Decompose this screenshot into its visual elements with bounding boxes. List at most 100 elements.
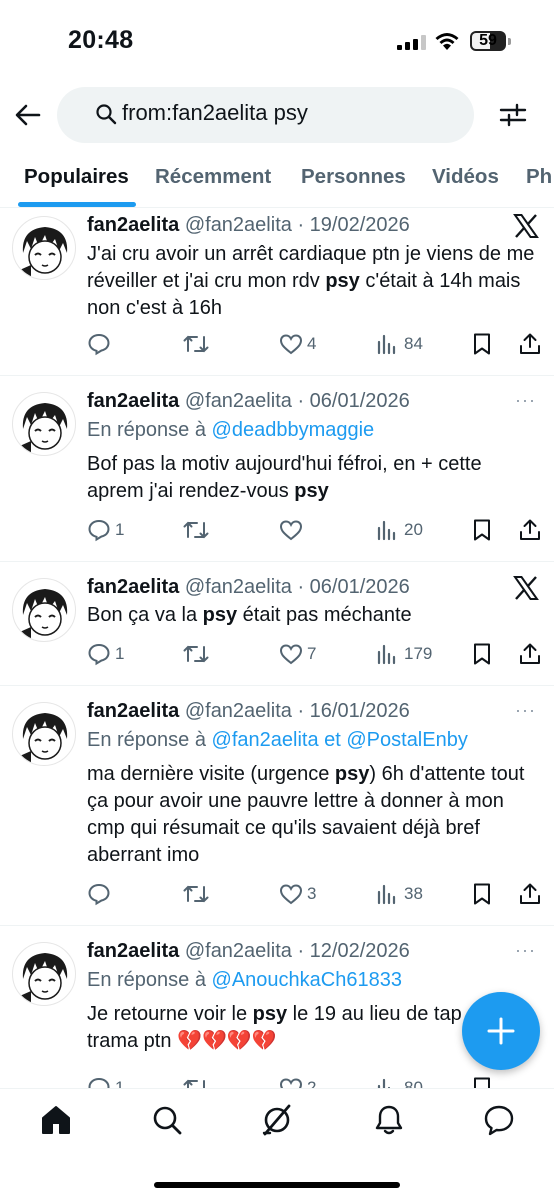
view-count: 38 bbox=[404, 884, 423, 903]
tweet-date[interactable]: · 16/01/2026 bbox=[297, 700, 409, 722]
bookmark-icon bbox=[474, 643, 490, 665]
handle[interactable]: @fan2aelita bbox=[185, 700, 292, 722]
reply-icon bbox=[88, 333, 110, 356]
handle[interactable]: @fan2aelita bbox=[185, 576, 292, 598]
tweet-actions: 3 38 bbox=[87, 880, 547, 910]
tweet-text: Bof pas la motiv aujourd'hui féfroi, en … bbox=[87, 453, 482, 502]
avatar[interactable] bbox=[12, 392, 76, 456]
highlighted-keyword: psy bbox=[294, 480, 329, 502]
x-logo-icon bbox=[513, 576, 539, 600]
retweet-icon bbox=[183, 1079, 205, 1088]
handle[interactable]: @fan2aelita bbox=[185, 940, 292, 962]
reply-context: En réponse à @fan2aelita et @PostalEnby bbox=[87, 729, 468, 751]
home-indicator bbox=[154, 1182, 400, 1188]
share-icon bbox=[520, 519, 540, 540]
heart-icon bbox=[279, 1078, 303, 1088]
tweet-date[interactable]: · 06/01/2026 bbox=[297, 390, 409, 412]
tweet-date[interactable]: · 12/02/2026 bbox=[297, 940, 409, 962]
bookmark-icon bbox=[474, 1077, 490, 1088]
reply-mention[interactable]: @AnouchkaCh61833 bbox=[212, 969, 402, 991]
tweet[interactable]: fan2aelita @fan2aelita · 06/01/2026 Bon … bbox=[0, 562, 554, 686]
heart-icon bbox=[279, 884, 303, 905]
battery-icon: 59 bbox=[470, 31, 506, 51]
more-options-icon[interactable]: ··· bbox=[515, 940, 536, 961]
compose-button[interactable] bbox=[462, 992, 540, 1070]
highlighted-keyword: psy bbox=[325, 270, 360, 292]
more-options-icon[interactable]: ··· bbox=[515, 700, 536, 721]
views-icon bbox=[377, 334, 396, 355]
avatar-drawing bbox=[13, 713, 68, 765]
reply-count: 1 bbox=[115, 520, 125, 539]
avatar[interactable] bbox=[12, 942, 76, 1006]
handle[interactable]: @fan2aelita bbox=[185, 390, 292, 412]
retweet-icon bbox=[183, 645, 209, 663]
display-name[interactable]: fan2aelita bbox=[87, 700, 179, 722]
messages-icon[interactable] bbox=[482, 1103, 516, 1137]
more-options-icon[interactable]: ··· bbox=[515, 390, 536, 411]
like-count: 3 bbox=[307, 884, 317, 903]
avatar-drawing bbox=[13, 403, 68, 455]
highlighted-keyword: psy bbox=[252, 1003, 288, 1025]
reply-context: En réponse à @deadbbymaggie bbox=[87, 419, 375, 441]
highlighted-keyword: psy bbox=[334, 763, 370, 785]
bookmark-icon bbox=[474, 333, 490, 355]
view-count: 179 bbox=[404, 644, 433, 663]
retweet-icon bbox=[183, 335, 209, 353]
tweet-text: Bon ça va la psy était pas méchante bbox=[87, 604, 412, 626]
handle[interactable]: @fan2aelita bbox=[185, 214, 292, 236]
search-query: from:fan2aelita psy bbox=[122, 100, 308, 125]
plus-icon bbox=[487, 1017, 515, 1045]
x-logo-icon bbox=[513, 214, 539, 238]
tweet-header: fan2aelita @fan2aelita · 12/02/2026 bbox=[87, 940, 410, 963]
display-name[interactable]: fan2aelita bbox=[87, 576, 179, 598]
tab-recemment[interactable]: Récemment bbox=[155, 165, 271, 189]
tweet[interactable]: fan2aelita @fan2aelita · 06/01/2026 ··· … bbox=[0, 376, 554, 562]
share-icon bbox=[520, 883, 540, 904]
tweet[interactable]: fan2aelita @fan2aelita · 19/02/2026 J'ai… bbox=[0, 208, 554, 376]
avatar[interactable] bbox=[12, 216, 76, 280]
retweet-icon bbox=[183, 521, 209, 539]
avatar-drawing bbox=[13, 589, 68, 641]
battery-level: 59 bbox=[479, 32, 497, 49]
reply-mention[interactable]: @fan2aelita et @PostalEnby bbox=[212, 729, 468, 751]
display-name[interactable]: fan2aelita bbox=[87, 214, 179, 236]
reply-icon bbox=[88, 1077, 110, 1088]
status-time: 20:48 bbox=[68, 26, 134, 54]
tweet-date[interactable]: · 19/02/2026 bbox=[297, 214, 409, 236]
views-icon bbox=[377, 520, 396, 541]
avatar[interactable] bbox=[12, 702, 76, 766]
views-icon bbox=[377, 1078, 391, 1088]
home-icon[interactable] bbox=[39, 1103, 73, 1137]
display-name[interactable]: fan2aelita bbox=[87, 940, 179, 962]
tab-videos[interactable]: Vidéos bbox=[432, 165, 499, 189]
tweet[interactable]: fan2aelita @fan2aelita · 16/01/2026 ··· … bbox=[0, 686, 554, 926]
tab-populaires[interactable]: Populaires bbox=[24, 165, 129, 189]
tweet-actions: 1 7 179 bbox=[87, 640, 547, 670]
search-results-feed: fan2aelita @fan2aelita · 19/02/2026 J'ai… bbox=[0, 208, 554, 1088]
status-bar: 20:48 59 bbox=[0, 0, 554, 80]
search-filter-icon[interactable] bbox=[499, 101, 527, 129]
search-nav-icon[interactable] bbox=[150, 1103, 184, 1137]
reply-count: 1 bbox=[115, 1078, 125, 1088]
heart-icon bbox=[279, 644, 303, 665]
tab-photos[interactable]: Ph bbox=[526, 165, 552, 189]
reply-mention[interactable]: @deadbbymaggie bbox=[212, 419, 375, 441]
avatar[interactable] bbox=[12, 578, 76, 642]
search-icon bbox=[96, 104, 117, 125]
notifications-icon[interactable] bbox=[372, 1103, 406, 1137]
tweet-actions: 1 2 80 bbox=[87, 1074, 547, 1088]
grok-icon[interactable] bbox=[260, 1103, 294, 1137]
tweet-actions: 4 84 bbox=[87, 330, 547, 360]
tab-personnes[interactable]: Personnes bbox=[301, 165, 406, 189]
tweet-text: Je retourne voir le psy le 19 au lieu de… bbox=[87, 1003, 462, 1052]
tweet-text: ma dernière visite (urgence psy) 6h d'at… bbox=[87, 763, 525, 866]
view-count: 80 bbox=[404, 1078, 423, 1088]
display-name[interactable]: fan2aelita bbox=[87, 390, 179, 412]
back-arrow-icon[interactable] bbox=[14, 101, 42, 129]
bookmark-icon bbox=[474, 519, 490, 541]
reply-icon bbox=[88, 883, 110, 906]
tweet-date[interactable]: · 06/01/2026 bbox=[297, 576, 409, 598]
views-icon bbox=[377, 644, 396, 665]
like-count: 4 bbox=[307, 334, 317, 353]
reply-count: 1 bbox=[115, 644, 125, 663]
